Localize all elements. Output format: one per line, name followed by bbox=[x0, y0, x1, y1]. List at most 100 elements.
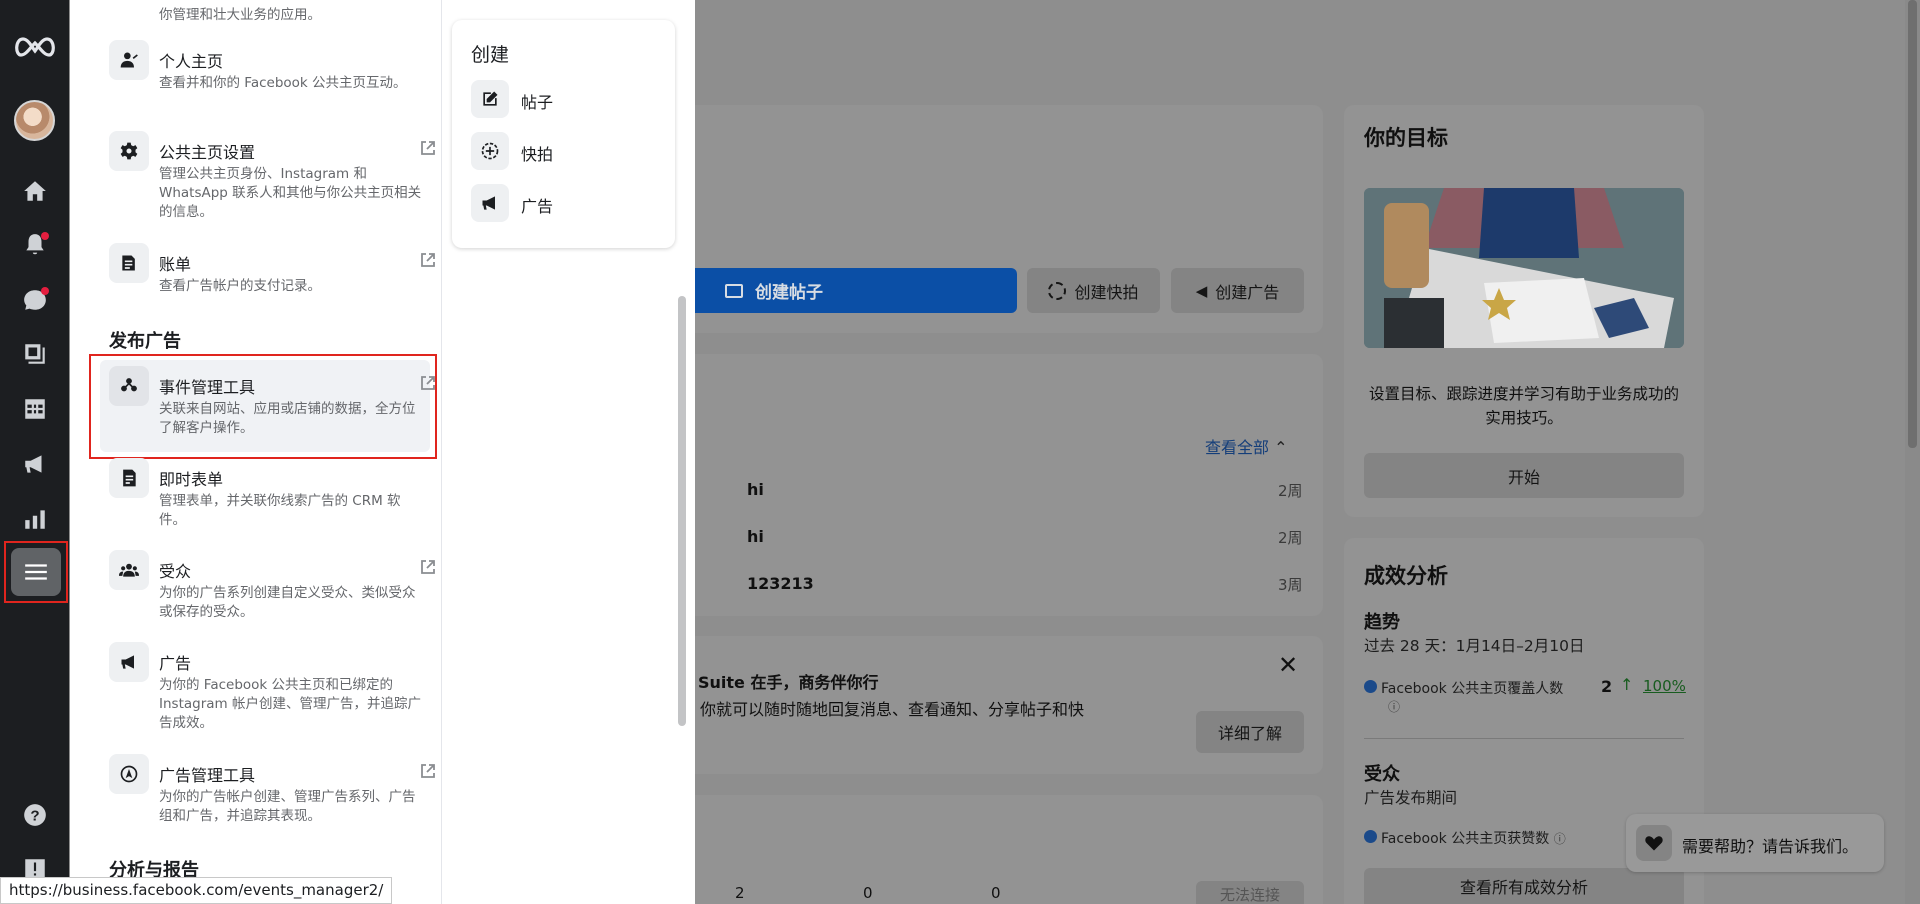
create-post-label: 创建帖子 bbox=[755, 283, 823, 303]
meta-logo-icon[interactable] bbox=[0, 24, 69, 70]
audience-icon bbox=[109, 550, 149, 590]
megaphone-icon bbox=[471, 184, 509, 222]
form-icon bbox=[109, 458, 149, 498]
external-link-icon bbox=[419, 251, 437, 269]
events-manager-icon bbox=[109, 366, 149, 406]
notifications-icon[interactable] bbox=[0, 222, 69, 268]
inbox-icon[interactable] bbox=[0, 277, 69, 323]
goal-desc: 设置目标、跟踪进度并学习有助于业务成功的实用技巧。 bbox=[1368, 385, 1679, 427]
story-add-icon bbox=[471, 132, 509, 170]
menu-item-desc: 为你的 Facebook 公共主页和已绑定的 Instagram 帐户创建、管理… bbox=[159, 677, 421, 731]
create-post-item[interactable]: 帖子 bbox=[471, 80, 661, 118]
trend-range: 过去 28 天：1月14日–2月10日 bbox=[1364, 637, 1585, 655]
learn-more-button[interactable]: 详细了解 bbox=[1196, 711, 1304, 753]
info-icon[interactable]: ⓘ bbox=[1554, 832, 1566, 846]
menu-item-title: 广告 bbox=[159, 654, 192, 673]
view-all-insights-button[interactable]: 查看所有成效分析 bbox=[1364, 868, 1684, 904]
insights-title: 成效分析 bbox=[1364, 564, 1448, 588]
menu-item-ads[interactable]: 广告 为你的 Facebook 公共主页和已绑定的 Instagram 帐户创建… bbox=[109, 642, 439, 742]
external-link-icon bbox=[419, 139, 437, 157]
menu-scrollbar[interactable] bbox=[678, 296, 686, 726]
post-icon bbox=[725, 283, 743, 298]
status-bar-url: https://business.facebook.com/events_man… bbox=[0, 877, 393, 904]
menu-item-title: 广告管理工具 bbox=[159, 766, 256, 785]
post-row-time: 2周 bbox=[1278, 529, 1303, 547]
svg-text:?: ? bbox=[30, 807, 39, 824]
reach-metric: Facebook 公共主页覆盖人数 bbox=[1364, 678, 1563, 698]
promo-desc: 你就可以随时随地回复消息、查看通知、分享帖子和快 bbox=[700, 700, 1085, 719]
insights-icon[interactable] bbox=[0, 496, 69, 542]
megaphone-icon: ◀ bbox=[1195, 281, 1208, 300]
menu-item-page-settings[interactable]: 公共主页设置 管理公共主页身份、Instagram 和 WhatsApp 联系人… bbox=[109, 131, 439, 231]
menu-item-title: 个人主页 bbox=[159, 52, 224, 71]
help-heart-icon bbox=[1636, 825, 1672, 861]
post-row-time: 2周 bbox=[1278, 482, 1303, 500]
create-item-label: 广告 bbox=[521, 197, 554, 216]
menu-item-title: 受众 bbox=[159, 562, 192, 581]
gear-icon bbox=[109, 131, 149, 171]
create-item-label: 帖子 bbox=[521, 93, 554, 112]
create-story-item[interactable]: 快拍 bbox=[471, 132, 661, 170]
section-heading-ads: 发布广告 bbox=[109, 331, 181, 352]
menu-divider bbox=[441, 0, 442, 904]
trend-up-icon: ↑ bbox=[1620, 675, 1634, 694]
menu-item-ads-manager[interactable]: 广告管理工具 为你的广告帐户创建、管理广告系列、广告组和广告，并追踪其表现。 bbox=[109, 754, 439, 844]
menu-item-desc: 为你的广告系列创建自定义受众、类似受众或保存的受众。 bbox=[159, 585, 416, 620]
menu-item-desc: 管理表单，并关联你线索广告的 CRM 软件。 bbox=[159, 493, 401, 528]
menu-item-profile[interactable]: 个人主页 查看并和你的 Facebook 公共主页互动。 bbox=[109, 40, 439, 120]
likes-label: Facebook 公共主页获赞数 bbox=[1381, 831, 1550, 847]
info-icon[interactable]: ⓘ bbox=[1388, 698, 1400, 715]
post-row-value: 123213 bbox=[747, 574, 814, 593]
audience-title: 受众 bbox=[1364, 764, 1400, 785]
megaphone-icon bbox=[109, 642, 149, 682]
inbox-dot bbox=[41, 287, 49, 295]
all-tools-menu-button[interactable] bbox=[4, 541, 68, 603]
post-row-value: hi bbox=[747, 480, 764, 499]
menu-item-billing[interactable]: 账单 查看广告帐户的支付记录。 bbox=[109, 243, 439, 303]
edit-icon bbox=[471, 80, 509, 118]
goal-illustration bbox=[1364, 188, 1684, 348]
view-all-link[interactable]: 查看全部 ⌃ bbox=[1205, 434, 1288, 458]
create-story-button[interactable]: 创建快拍 bbox=[1027, 268, 1160, 313]
menu-item-title: 账单 bbox=[159, 255, 192, 274]
stat-number: 0 bbox=[863, 884, 873, 902]
avatar[interactable] bbox=[14, 100, 55, 141]
help-icon[interactable]: ? bbox=[0, 792, 69, 838]
reach-label: Facebook 公共主页覆盖人数 bbox=[1381, 681, 1564, 697]
menu-item-title: 事件管理工具 bbox=[159, 378, 256, 397]
ads-icon[interactable] bbox=[0, 441, 69, 487]
left-nav-rail: ? bbox=[0, 0, 69, 904]
start-button[interactable]: 开始 bbox=[1364, 453, 1684, 498]
reach-value: 2 bbox=[1601, 677, 1613, 696]
create-ad-button[interactable]: ◀ 创建广告 bbox=[1171, 268, 1304, 313]
create-ad-item[interactable]: 广告 bbox=[471, 184, 661, 222]
connect-button[interactable]: 无法连接 bbox=[1196, 881, 1304, 904]
planner-icon[interactable] bbox=[0, 386, 69, 432]
stat-number: 0 bbox=[991, 884, 1001, 902]
notification-dot bbox=[41, 232, 49, 240]
page-scrollbar-thumb[interactable] bbox=[1908, 0, 1917, 448]
create-post-button[interactable]: 创建帖子 bbox=[695, 268, 1017, 313]
menu-item-events-manager[interactable]: 事件管理工具 关联来自网站、应用或店铺的数据，全方位了解客户操作。 bbox=[109, 366, 439, 446]
stat-number: 2 bbox=[735, 884, 745, 902]
home-icon[interactable] bbox=[0, 168, 69, 214]
create-item-label: 快拍 bbox=[521, 145, 554, 164]
audience-sub: 广告发布期间 bbox=[1364, 789, 1458, 807]
menu-item-audiences[interactable]: 受众 为你的广告系列创建自定义受众、类似受众或保存的受众。 bbox=[109, 550, 439, 630]
post-row-value: hi bbox=[747, 527, 764, 546]
menu-item-instant-forms[interactable]: 即时表单 管理表单，并关联你线索广告的 CRM 软件。 bbox=[109, 458, 439, 538]
close-icon[interactable]: ✕ bbox=[1278, 651, 1298, 679]
post-row-time: 3周 bbox=[1278, 576, 1303, 594]
facebook-icon bbox=[1364, 830, 1377, 843]
external-link-icon bbox=[419, 374, 437, 392]
goal-title: 你的目标 bbox=[1364, 126, 1448, 150]
help-bubble[interactable]: 需要帮助？请告诉我们。 bbox=[1626, 814, 1884, 872]
view-all-label: 查看全部 bbox=[1205, 438, 1270, 457]
profile-icon bbox=[109, 40, 149, 80]
create-title: 创建 bbox=[471, 44, 510, 66]
create-card: 创建 帖子 快拍 广告 bbox=[452, 20, 675, 248]
story-add-icon bbox=[1048, 281, 1067, 300]
facebook-icon bbox=[1364, 680, 1377, 693]
content-icon[interactable] bbox=[0, 331, 69, 377]
ads-manager-icon bbox=[109, 754, 149, 794]
